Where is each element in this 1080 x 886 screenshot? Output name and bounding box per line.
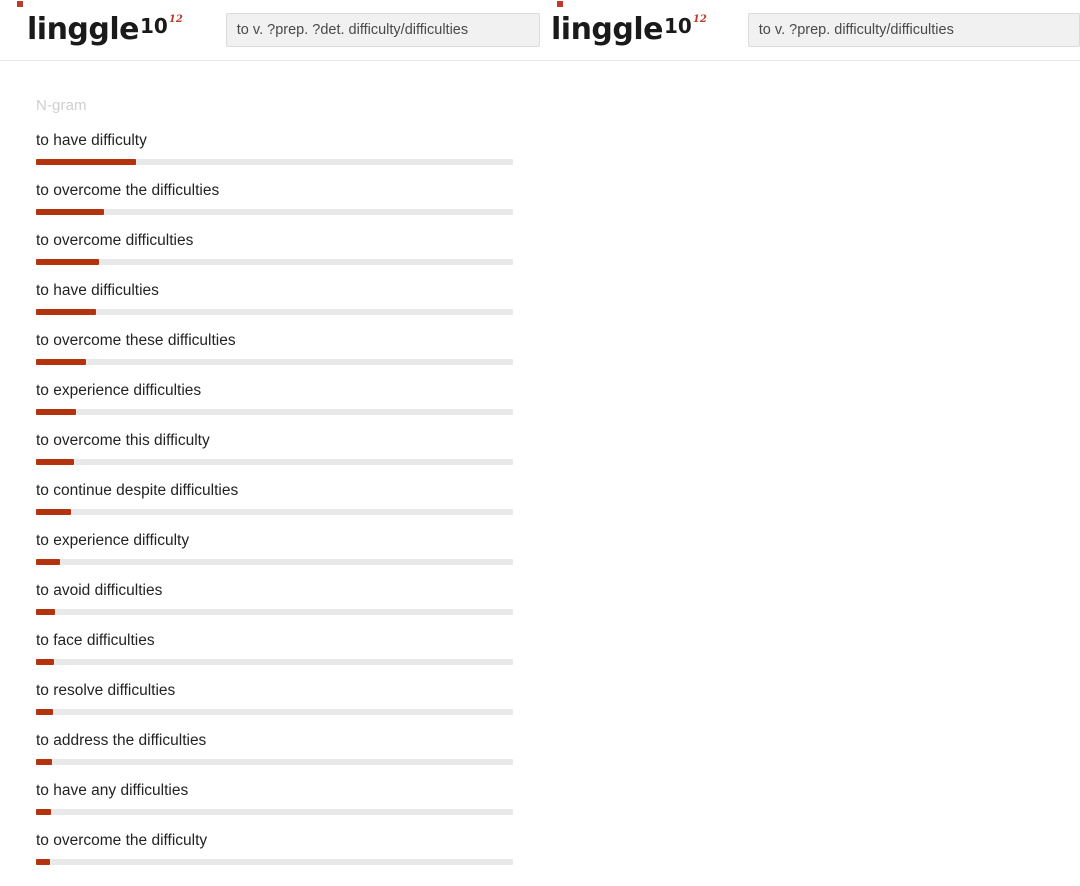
frequency-bar-fill — [36, 309, 96, 315]
frequency-bar-fill — [36, 859, 50, 865]
ngram-label: to experience difficulty — [36, 532, 190, 549]
frequency-bar-track — [36, 259, 513, 265]
panel-header-right: linggle 10 12 to v. ?prep. difficulty/di… — [540, 0, 1080, 61]
results-right: N-gram to have difficultyto overcome dif… — [540, 61, 1080, 886]
ngram-label: to have any difficulties — [36, 782, 189, 799]
ngram-row[interactable]: to avoid difficulties — [36, 582, 513, 632]
ngram-row[interactable]: to address the difficulties — [36, 732, 513, 782]
frequency-bar-track — [36, 809, 513, 815]
logo-exponent-superscript: 12 — [168, 14, 183, 25]
frequency-bar-fill — [36, 209, 104, 215]
ngram-row[interactable]: to experience difficulty — [36, 532, 513, 582]
ngram-label: to overcome the difficulty — [36, 832, 208, 849]
ngram-row[interactable]: to overcome the difficulties — [36, 182, 513, 232]
results-left: N-gram to have difficulty to overcome the… — [0, 61, 540, 882]
logo-dot-icon — [17, 1, 23, 7]
ngram-label: to overcome this difficulty — [36, 432, 210, 449]
frequency-bar-fill — [36, 259, 99, 265]
frequency-bar-track — [36, 209, 513, 215]
frequency-bar-track — [36, 659, 513, 665]
column-header-ngram-left: N-gram — [36, 97, 87, 114]
ngram-label: to have difficulty — [36, 132, 147, 149]
logo-wordmark: linggle — [27, 12, 140, 47]
frequency-bar-fill — [36, 709, 53, 715]
logo-dot-icon — [557, 1, 563, 7]
frequency-bar-track — [36, 409, 513, 415]
ngram-row[interactable]: to have difficulties — [36, 282, 513, 332]
ngram-label: to overcome difficulties — [36, 232, 194, 249]
search-input-value: to v. ?prep. ?det. difficulty/difficulti… — [236, 22, 469, 38]
frequency-bar-fill — [36, 559, 60, 565]
linggle-logo-left[interactable]: linggle 10 12 — [17, 1, 183, 47]
column-header-ngram-right: N-gram — [540, 61, 1080, 130]
linggle-panel-left: linggle 10 12 to v. ?prep. ?det. difficu… — [0, 0, 540, 886]
frequency-bar-fill — [36, 159, 136, 165]
frequency-bar-fill — [36, 659, 54, 665]
ngram-list-left: to have difficulty to overcome the diffic… — [0, 132, 540, 882]
ngram-row[interactable]: to resolve difficulties — [36, 682, 513, 732]
frequency-bar-track — [36, 509, 513, 515]
ngram-row[interactable]: to overcome difficulties — [36, 232, 513, 282]
ngram-label: to resolve difficulties — [36, 682, 176, 699]
dual-panel-screenshot: linggle 10 12 to v. ?prep. ?det. difficu… — [0, 0, 1080, 886]
frequency-bar-track — [36, 359, 513, 365]
search-input-left[interactable]: to v. ?prep. ?det. difficulty/difficulti… — [225, 13, 540, 47]
frequency-bar-track — [36, 309, 513, 315]
frequency-bar-track — [36, 559, 513, 565]
search-input-right[interactable]: to v. ?prep. difficulty/difficulties — [747, 13, 1080, 47]
linggle-panel-right: linggle 10 12 to v. ?prep. difficulty/di… — [540, 0, 1080, 886]
frequency-bar-fill — [36, 359, 86, 365]
panel-header-left: linggle 10 12 to v. ?prep. ?det. difficu… — [0, 0, 540, 61]
logo-wordmark: linggle — [551, 12, 664, 47]
ngram-label: to face difficulties — [36, 632, 155, 649]
logo-exponent-base: 10 — [664, 14, 692, 38]
frequency-bar-fill — [36, 459, 74, 465]
ngram-row[interactable]: to continue despite difficulties — [36, 482, 513, 532]
ngram-label: to experience difficulties — [36, 382, 202, 399]
ngram-list-right: to have difficultyto overcome difficulti… — [540, 148, 1080, 886]
frequency-bar-fill — [36, 409, 76, 415]
frequency-bar-fill — [36, 509, 71, 515]
frequency-bar-fill — [36, 809, 51, 815]
ngram-row[interactable]: to face difficulties — [36, 632, 513, 682]
frequency-bar-fill — [36, 759, 52, 765]
ngram-label: to continue despite difficulties — [36, 482, 239, 499]
frequency-bar-fill — [36, 609, 55, 615]
logo-exponent-superscript: 12 — [692, 14, 707, 25]
ngram-row[interactable]: to experience difficulties — [36, 382, 513, 432]
ngram-label: to have difficulties — [36, 282, 159, 299]
ngram-row[interactable]: to have difficulty — [36, 132, 513, 182]
ngram-row[interactable]: to have any difficulties — [36, 782, 513, 832]
ngram-row[interactable]: to overcome this difficulty — [36, 432, 513, 482]
frequency-bar-track — [36, 159, 513, 165]
ngram-label: to address the difficulties — [36, 732, 207, 749]
ngram-label: to overcome these difficulties — [36, 332, 236, 349]
frequency-bar-track — [36, 459, 513, 465]
linggle-logo-right[interactable]: linggle 10 12 — [551, 1, 707, 47]
ngram-label: to overcome the difficulties — [36, 182, 220, 199]
logo-exponent-base: 10 — [140, 14, 168, 38]
ngram-row[interactable]: to overcome the difficulty — [36, 832, 513, 882]
frequency-bar-track — [36, 759, 513, 765]
ngram-row[interactable]: to overcome these difficulties — [36, 332, 513, 382]
search-input-value: to v. ?prep. difficulty/difficulties — [758, 22, 954, 38]
frequency-bar-track — [36, 609, 513, 615]
frequency-bar-track — [36, 859, 513, 865]
ngram-label: to avoid difficulties — [36, 582, 163, 599]
frequency-bar-track — [36, 709, 513, 715]
